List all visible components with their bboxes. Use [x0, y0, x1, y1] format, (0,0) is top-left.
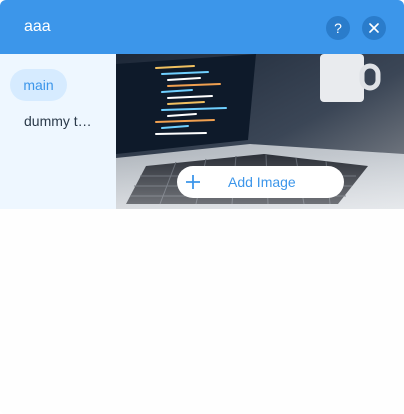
help-icon: ? [334, 20, 342, 36]
panel-title: aaa [24, 18, 51, 35]
help-button[interactable]: ? [326, 16, 350, 40]
add-image-label: Add Image [228, 174, 296, 190]
close-button[interactable] [362, 16, 386, 40]
close-icon [369, 23, 379, 33]
panel-header: aaa ? [0, 0, 404, 54]
plus-icon [186, 175, 200, 189]
sidebar-item-dummy[interactable]: dummy t… [24, 105, 108, 137]
sidebar: main dummy t… [0, 54, 116, 209]
settings-panel: aaa ? main dummy t… Add Image [0, 0, 404, 414]
sidebar-item-main[interactable]: main [10, 69, 67, 101]
add-image-button[interactable]: Add Image [177, 166, 344, 198]
